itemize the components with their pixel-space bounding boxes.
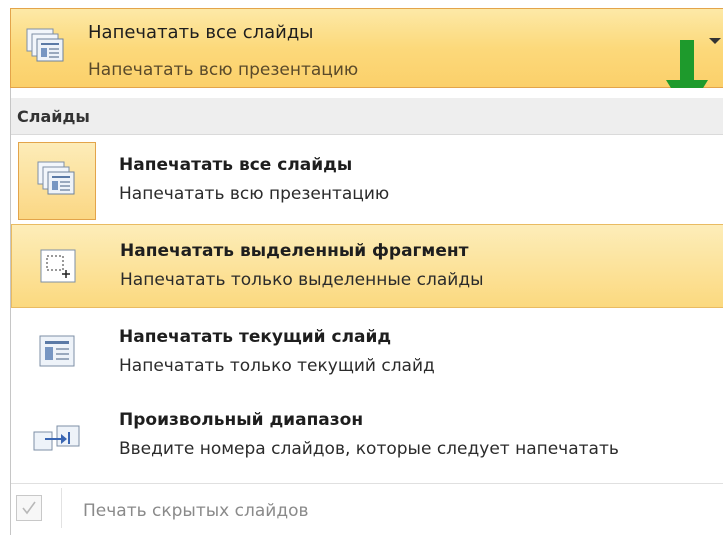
option-subtitle: Напечатать всю презентацию — [119, 184, 390, 204]
divider — [61, 488, 62, 528]
option-print-selection[interactable]: Напечатать выделенный фрагмент Напечатат… — [11, 224, 723, 308]
option-print-all-slides[interactable]: Напечатать все слайды Напечатать всю пре… — [11, 139, 723, 223]
print-hidden-slides-label: Печать скрытых слайдов — [83, 501, 309, 521]
option-subtitle: Напечатать только текущий слайд — [119, 356, 435, 376]
selection-icon — [40, 249, 76, 283]
selector-subtitle: Напечатать всю презентацию — [88, 60, 359, 80]
print-hidden-slides-checkbox[interactable] — [16, 495, 42, 521]
slide-range-icon — [33, 425, 80, 451]
print-range-selector[interactable]: Напечатать все слайды Напечатать всю пре… — [10, 8, 723, 88]
option-title: Напечатать выделенный фрагмент — [120, 241, 469, 261]
check-icon — [22, 501, 36, 515]
option-subtitle: Напечатать только выделенные слайды — [120, 270, 484, 290]
option-title: Напечатать текущий слайд — [119, 327, 392, 347]
slides-stack-icon — [37, 161, 75, 195]
option-title: Произвольный диапазон — [119, 410, 364, 430]
option-custom-range[interactable]: Произвольный диапазон Введите номера сла… — [11, 394, 723, 478]
slides-stack-icon — [26, 28, 64, 62]
current-slide-icon — [39, 335, 75, 367]
chevron-down-icon[interactable] — [709, 38, 721, 44]
section-header: Слайды — [11, 98, 723, 135]
divider — [11, 483, 723, 484]
section-label: Слайды — [17, 107, 90, 126]
selector-title: Напечатать все слайды — [88, 22, 314, 43]
option-subtitle: Введите номера слайдов, которые следует … — [119, 439, 619, 459]
option-title: Напечатать все слайды — [119, 155, 353, 175]
print-range-dropdown: Слайды Напечатать все слайды Напечатать … — [10, 88, 723, 535]
option-print-current-slide[interactable]: Напечатать текущий слайд Напечатать толь… — [11, 311, 723, 395]
